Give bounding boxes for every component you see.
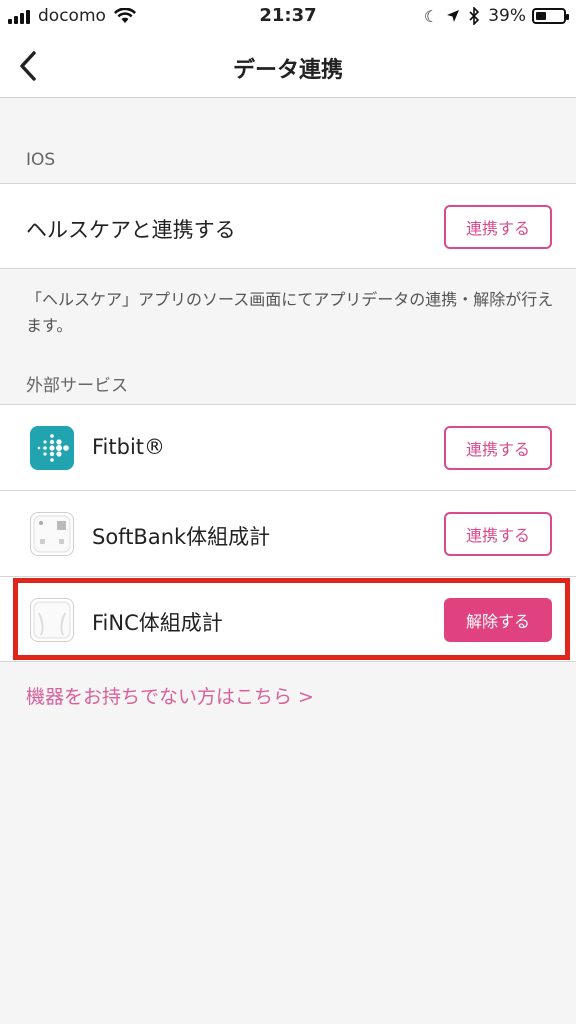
softbank-connect-button[interactable]: 連携する [444,512,552,556]
battery-icon [532,8,569,24]
service-row-fitbit: Fitbit® 連携する [0,404,576,490]
location-arrow-icon [447,10,460,22]
bluetooth-icon [469,7,480,25]
service-name-fitbit: Fitbit® [92,435,166,459]
section-label-ios: IOS [26,150,56,170]
fitbit-connect-button[interactable]: 連携する [444,426,552,470]
healthcare-note: 「ヘルスケア」アプリのソース画面にてアプリデータの連携・解除が行えます。 [26,290,554,335]
status-right: ☾ 39% [416,6,569,26]
moon-icon: ☾ [423,6,439,26]
no-device-link[interactable]: 機器をお持ちでない方はこちら > [26,682,314,709]
service-name-softbank: SoftBank体組成計 [92,525,271,549]
healthcare-row: ヘルスケアと連携する 連携する [0,183,576,269]
softbank-scale-icon [30,512,74,556]
battery-fill [536,12,546,20]
fitbit-logo-icon [37,434,69,462]
section-label-external: 外部サービス [26,376,128,396]
service-row-softbank: SoftBank体組成計 連携する [0,490,576,576]
data-integration-screen: docomo 21:37 ☾ 39% データ連携 IOS ヘルスケアと連携する … [0,0,576,1024]
fitbit-icon [30,426,74,470]
highlight-annotation [13,578,570,660]
status-bar: docomo 21:37 ☾ 39% [0,0,576,34]
healthcare-label: ヘルスケアと連携する [26,218,236,242]
navigation-bar: データ連携 [0,34,576,98]
page-title: データ連携 [232,58,343,83]
healthcare-connect-button[interactable]: 連携する [444,205,552,249]
scale-device-icon [33,515,71,553]
battery-percent: 39% [488,6,526,26]
